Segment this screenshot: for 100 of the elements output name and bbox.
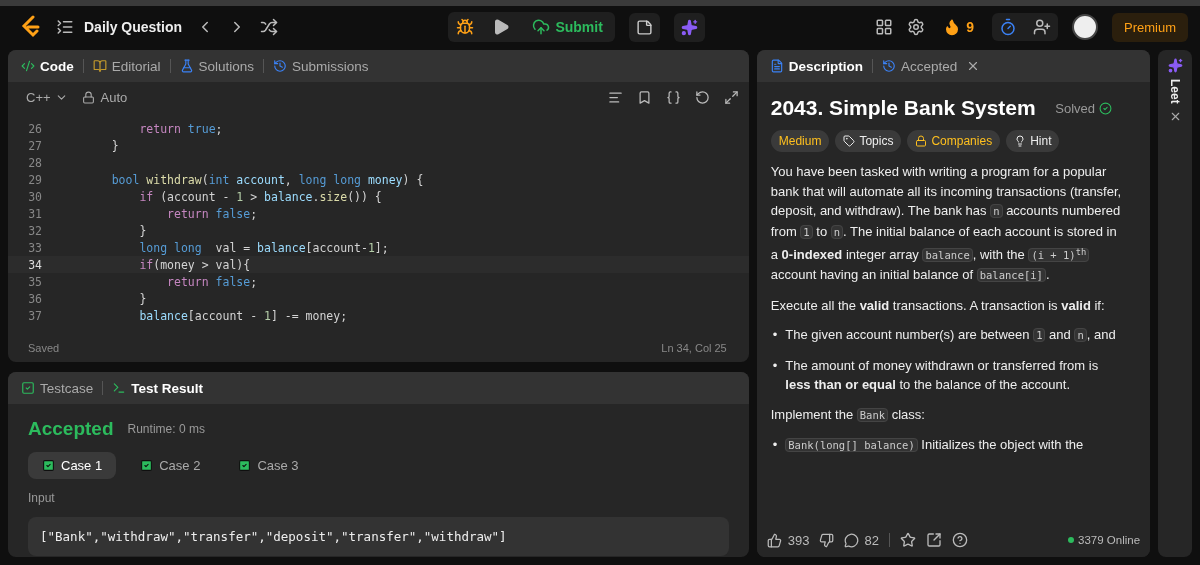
case-tab[interactable]: Case 1: [28, 452, 117, 479]
shuffle-icon[interactable]: [260, 18, 279, 36]
line-number: 28: [27, 155, 43, 170]
add-user-icon: [1033, 18, 1051, 36]
tab[interactable]: Solutions: [176, 56, 258, 76]
tag-icon: [843, 135, 856, 147]
line-number: 29: [27, 172, 43, 187]
line-number: 32: [27, 223, 43, 238]
language-selector[interactable]: C++: [26, 89, 51, 105]
save-status: Saved: [28, 342, 60, 354]
star-icon[interactable]: [899, 532, 916, 548]
line-number: 27: [27, 138, 43, 153]
help-icon[interactable]: [951, 532, 968, 548]
share-icon[interactable]: [925, 532, 942, 548]
terminal-icon: [112, 381, 127, 395]
line-number: 33: [27, 240, 43, 255]
logo-icon[interactable]: [20, 15, 42, 39]
problem-list-title[interactable]: Daily Question: [84, 19, 183, 35]
format-icon[interactable]: [607, 89, 623, 105]
solved-label: Solved: [1055, 100, 1113, 116]
like-count: 393: [787, 532, 810, 548]
list-item-text: The given account number(s) are between 1 and n , and: [785, 326, 1116, 344]
checkbox-icon: [140, 459, 154, 472]
tab[interactable]: Editorial: [89, 56, 164, 76]
line-number: 30: [27, 189, 43, 204]
code-line: long long val = balance[account-1];: [138, 240, 389, 255]
tab[interactable]: Description: [766, 56, 866, 76]
difficulty-tag[interactable]: Medium: [770, 130, 830, 152]
settings-icon[interactable]: [907, 18, 926, 36]
code-line: return true;: [138, 121, 223, 136]
bullet-marker: •: [772, 356, 778, 375]
check-circle-icon: [1099, 101, 1113, 115]
flask-icon: [179, 59, 194, 73]
play-icon: [492, 18, 511, 36]
reset-icon[interactable]: [694, 89, 710, 105]
tab[interactable]: Submissions: [270, 56, 372, 76]
input-value: ["Bank","withdraw","transfer","deposit","transfer","withdraw"]: [28, 517, 729, 556]
book-icon: [92, 59, 107, 73]
sparkle-icon[interactable]: [1167, 58, 1183, 73]
bug-icon: [456, 18, 475, 36]
companies-tag[interactable]: Companies: [907, 130, 1001, 152]
lightbulb-icon: [1014, 135, 1027, 147]
input-label: Input: [28, 491, 56, 505]
streak-counter[interactable]: 9: [939, 14, 978, 40]
code-line: balance[account - 1] -= money;: [138, 308, 348, 323]
line-number: 34: [27, 257, 43, 272]
side-label[interactable]: Leet: [1168, 79, 1183, 104]
line-number: 35: [27, 274, 43, 289]
line-number: 36: [27, 291, 43, 306]
note-icon: [635, 18, 653, 36]
paragraph: Implement the Bank class:: [770, 405, 926, 424]
code-line: bool withdraw(int account, long long money) {: [110, 172, 424, 187]
case-tab[interactable]: Case 2: [126, 452, 215, 479]
code-line: }: [110, 138, 119, 153]
checkbox-icon: [42, 459, 55, 472]
avatar[interactable]: [1072, 14, 1098, 40]
topics-tag[interactable]: Topics: [835, 130, 902, 152]
timer-icon: [999, 18, 1017, 36]
comment-icon[interactable]: [844, 532, 860, 548]
code-line: }: [138, 223, 147, 238]
list-item-text: Bank(long[] balance) Initializes the object with the: [785, 435, 1084, 456]
code-line: return false;: [166, 206, 258, 221]
line-number: 37: [27, 308, 43, 323]
thumbs-up-icon[interactable]: [766, 532, 782, 548]
history-icon: [882, 59, 896, 73]
premium-button[interactable]: Premium: [1112, 12, 1188, 42]
tab[interactable]: Code: [18, 56, 77, 76]
note-button[interactable]: [628, 12, 660, 42]
tab[interactable]: Accepted: [879, 56, 961, 76]
expand-icon[interactable]: [723, 89, 739, 105]
sparkle-icon: [680, 18, 698, 36]
checkbox-icon: [238, 459, 252, 472]
hint-tag[interactable]: Hint: [1006, 130, 1060, 152]
tab[interactable]: Testcase: [18, 378, 97, 398]
list-item-text: The amount of money withdrawn or transferred from is less than or equal to the balance of the account.: [785, 356, 1100, 394]
grid-icon[interactable]: [875, 18, 894, 36]
history-icon: [273, 59, 288, 73]
runtime-label: Runtime: 0 ms: [127, 422, 205, 436]
ai-button[interactable]: [673, 12, 705, 42]
code-icon: [21, 59, 35, 73]
cursor-position: Ln 34, Col 25: [661, 342, 727, 354]
paragraph: You have been tasked with writing a program for a popular bank that will automate all its incoming transactions (transfer, deposit, and withdraw). The bank has n accounts numbered from 1 to n . The initial balance of each account is stored in a 0-indexed integer array balance , with the (i + 1)$^{th}$ account having an initial balance of balance[i] .: [770, 163, 1123, 284]
tab[interactable]: Test Result: [109, 378, 207, 398]
lock-icon: [81, 90, 95, 104]
paragraph: Execute all the valid transactions. A transaction is valid if:: [770, 296, 1106, 315]
line-number: 31: [27, 206, 43, 221]
case-tab[interactable]: Case 3: [224, 452, 313, 479]
mode-label[interactable]: Auto: [100, 89, 128, 105]
bullet-marker: •: [772, 326, 778, 344]
code-line: if (account - 1 > balance.size()) {: [138, 189, 382, 204]
list-icon[interactable]: [56, 18, 74, 36]
bookmark-icon[interactable]: [636, 89, 652, 105]
braces-icon[interactable]: [665, 89, 681, 105]
code-line: return false;: [166, 274, 258, 289]
thumbs-down-icon[interactable]: [819, 532, 835, 548]
problem-title: 2043. Simple Bank System: [770, 96, 1036, 120]
cloud-upload-icon: [532, 18, 551, 36]
result-status: Accepted: [28, 418, 114, 440]
lock-icon: [915, 135, 928, 147]
code-line: }: [138, 291, 147, 306]
